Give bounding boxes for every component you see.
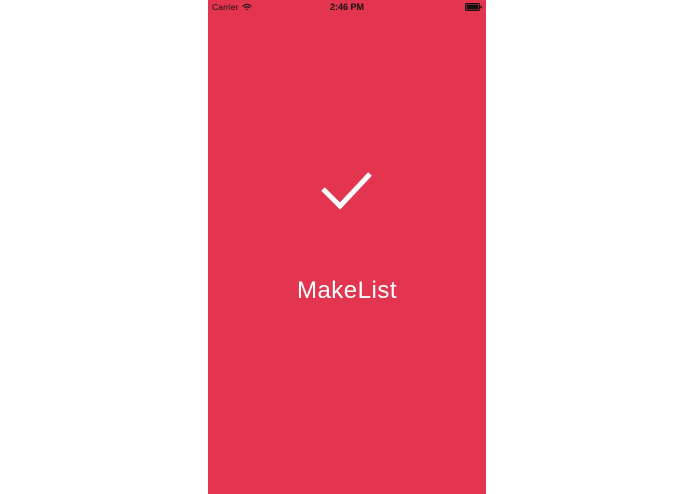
- checkmark-icon: [321, 172, 372, 210]
- app-splash-screen: Carrier 2:46 PM MakeList: [208, 0, 486, 494]
- status-time: 2:46 PM: [329, 2, 364, 12]
- battery-icon: [465, 3, 482, 11]
- screen-stage: Carrier 2:46 PM MakeList: [0, 0, 695, 494]
- status-bar: Carrier 2:46 PM: [208, 0, 486, 14]
- app-title: MakeList: [296, 277, 398, 304]
